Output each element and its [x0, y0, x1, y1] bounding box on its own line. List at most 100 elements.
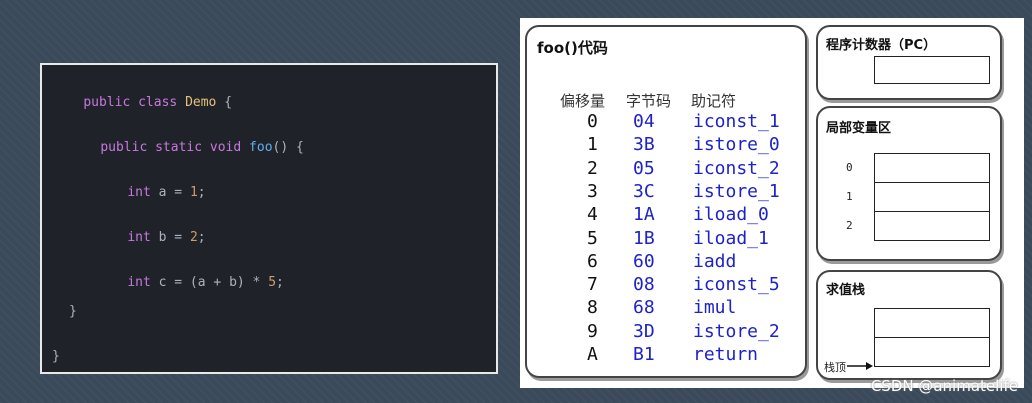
instruction-mnemonic: return: [693, 344, 759, 365]
instruction-offset: 0: [587, 111, 598, 132]
instruction-row: 1 3B istore_0: [527, 134, 807, 157]
semicolon: ;: [197, 185, 206, 200]
local-slot-2: [874, 211, 990, 241]
operator: =: [174, 185, 183, 200]
instruction-row: 4 1A iload_0: [527, 204, 807, 227]
instruction-bytecode: 60: [633, 250, 655, 272]
instruction-offset: 7: [587, 274, 598, 296]
local-slot-label: 0: [846, 161, 853, 174]
instruction-mnemonic: iconst_2: [693, 157, 780, 179]
instruction-row: 7 08 iconst_5: [527, 274, 807, 297]
stack-top-arrow-icon: [847, 362, 873, 370]
column-header-bytecode: 字节码: [626, 92, 672, 110]
instruction-bytecode: 3B: [633, 134, 655, 156]
code-line-5: int c = (a + b) * 5;: [96, 259, 284, 307]
watermark: CSDN @animatelife: [870, 377, 1018, 395]
instruction-offset: 1: [587, 134, 598, 156]
variable: a: [158, 185, 167, 200]
number: 2: [189, 230, 198, 245]
class-name: Demo: [185, 95, 217, 110]
type-keyword: int: [127, 230, 151, 245]
instruction-offset: 2: [587, 157, 598, 179]
instruction-offset: A: [587, 344, 598, 365]
number: 1: [189, 185, 198, 200]
variable: c: [158, 275, 167, 290]
instruction-mnemonic: iadd: [693, 250, 737, 272]
instruction-mnemonic: iload_1: [693, 227, 769, 249]
instruction-mnemonic: imul: [693, 297, 737, 319]
instruction-bytecode: 1B: [633, 227, 655, 249]
instruction-mnemonic: iload_0: [693, 204, 769, 226]
instruction-bytecode: 05: [633, 157, 655, 179]
instruction-offset: 8: [587, 297, 598, 319]
code-line-7: }: [52, 349, 60, 364]
keyword: static: [155, 140, 203, 155]
instruction-bytecode: 1A: [633, 204, 655, 226]
instruction-row: 3 3C istore_1: [527, 181, 807, 204]
keyword: public: [100, 140, 148, 155]
type-keyword: int: [127, 275, 151, 290]
instruction-bytecode: B1: [633, 344, 655, 365]
program-counter-title: 程序计数器（PC）: [826, 38, 937, 53]
semicolon: ;: [197, 230, 206, 245]
local-slot-0: [874, 153, 990, 183]
code-line-4: int b = 2;: [96, 214, 206, 262]
column-header-mnemonic: 助记符: [691, 92, 737, 110]
expression: = (a + b) *: [174, 275, 261, 290]
column-header-offset: 偏移量: [560, 92, 606, 110]
instruction-bytecode: 68: [633, 297, 655, 319]
local-slot-label: 1: [846, 190, 853, 203]
instruction-offset: 5: [587, 227, 598, 249]
operator: =: [174, 230, 183, 245]
local-slot-label: 2: [846, 219, 853, 232]
stack-top-label: 栈顶: [824, 361, 846, 374]
instruction-row: 8 68 imul: [527, 297, 807, 320]
instruction-mnemonic: istore_2: [693, 320, 780, 342]
stack-slot: [874, 337, 990, 367]
operand-stack-box: 求值栈 栈顶: [816, 270, 1002, 380]
local-variables-box: 局部变量区 0 1 2: [816, 106, 1002, 261]
semicolon: ;: [276, 275, 284, 290]
program-counter-cell: [874, 56, 990, 84]
instruction-row: 9 3D istore_2: [527, 321, 807, 344]
instruction-mnemonic: istore_1: [693, 180, 780, 202]
instruction-bytecode: 04: [633, 111, 655, 132]
instruction-row: A B1 return: [527, 344, 807, 367]
keyword: class: [138, 95, 178, 110]
instruction-row: 2 05 iconst_2: [527, 158, 807, 181]
instruction-offset: 6: [587, 250, 598, 272]
local-variables-title: 局部变量区: [826, 121, 892, 136]
code-line-6: }: [69, 304, 77, 319]
instruction-mnemonic: iconst_5: [693, 274, 780, 296]
instruction-row: 0 04 iconst_1: [527, 111, 807, 134]
instruction-row: 6 60 iadd: [527, 251, 807, 274]
type-keyword: int: [127, 185, 151, 200]
number: 5: [268, 275, 277, 290]
code-line-3: int a = 1;: [96, 169, 206, 217]
program-counter-box: 程序计数器（PC）: [816, 25, 1002, 100]
code-line-1: public class Demo {: [52, 79, 232, 127]
keyword: void: [209, 140, 242, 155]
local-slot-1: [874, 182, 990, 212]
variable: b: [158, 230, 167, 245]
instruction-row: 5 1B iload_1: [527, 228, 807, 251]
bytecode-box: foo()代码 偏移量 字节码 助记符 0 04 iconst_1 1 3B istore…: [525, 25, 807, 378]
instruction-mnemonic: istore_0: [693, 134, 780, 156]
bytecode-box-title: foo()代码: [537, 39, 608, 57]
code-editor-panel: public class Demo { public static void f…: [40, 63, 498, 374]
punctuation: () {: [272, 140, 304, 155]
instruction-mnemonic: iconst_1: [693, 111, 780, 132]
stack-slot: [874, 308, 990, 338]
instruction-offset: 9: [587, 320, 598, 342]
instruction-bytecode: 08: [633, 274, 655, 296]
instruction-offset: 4: [587, 204, 598, 226]
brace: {: [224, 95, 233, 110]
keyword: public: [83, 95, 131, 110]
instruction-bytecode: 3D: [633, 320, 655, 342]
operand-stack-title: 求值栈: [826, 283, 866, 298]
function-name: foo: [249, 140, 273, 155]
instruction-bytecode: 3C: [633, 180, 655, 202]
jvm-execution-diagram: foo()代码 偏移量 字节码 助记符 0 04 iconst_1 1 3B istore…: [520, 18, 1024, 388]
code-line-2: public static void foo() {: [69, 124, 304, 172]
instruction-offset: 3: [587, 180, 598, 202]
